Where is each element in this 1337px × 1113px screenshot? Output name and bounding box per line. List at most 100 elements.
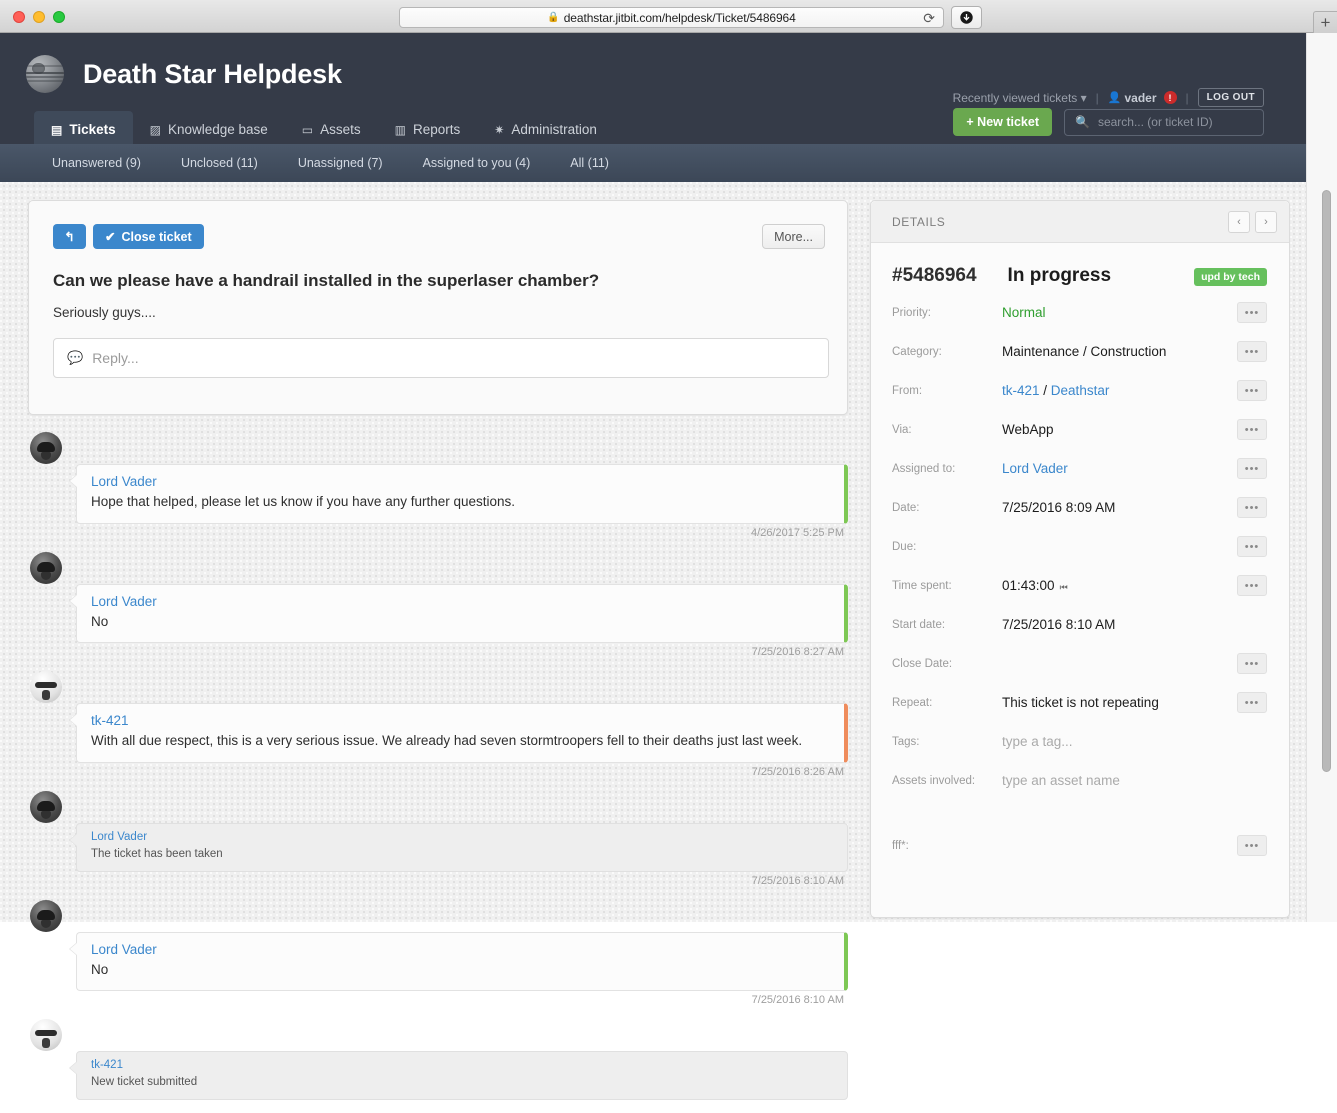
field-label: Repeat: xyxy=(892,696,933,709)
comment-author[interactable]: Lord Vader xyxy=(91,942,830,957)
field-menu-button[interactable]: ••• xyxy=(1237,341,1267,362)
browser-chrome: 🔒 deathstar.jitbit.com/helpdesk/Ticket/5… xyxy=(0,0,1337,33)
field-row-spacer xyxy=(871,800,1289,826)
ticket-action-bar: ↰ ✔ Close ticket xyxy=(53,224,204,249)
field-menu-button[interactable]: ••• xyxy=(1237,653,1267,674)
subnav-item-unanswered[interactable]: Unanswered (9) xyxy=(32,156,161,170)
timer-icon[interactable]: ⏮ xyxy=(1060,582,1068,592)
field-label: fff*: xyxy=(892,839,909,852)
field-row-via: Via: WebApp ••• xyxy=(871,410,1289,449)
comment-author[interactable]: tk-421 xyxy=(91,1059,833,1071)
new-ticket-button[interactable]: + New ticket xyxy=(953,108,1052,136)
recently-viewed-tickets-menu[interactable]: Recently viewed tickets ▾ xyxy=(953,91,1087,105)
vader-avatar[interactable] xyxy=(30,790,62,823)
field-menu-button[interactable]: ••• xyxy=(1237,692,1267,713)
vader-avatar[interactable] xyxy=(30,432,62,464)
comment-author[interactable]: Lord Vader xyxy=(91,594,830,609)
more-button[interactable]: More... xyxy=(762,224,825,249)
alert-badge[interactable]: ! xyxy=(1163,91,1177,104)
maximize-window-button[interactable] xyxy=(53,11,65,23)
field-label: Priority: xyxy=(892,306,931,319)
field-row-tags: Tags: type a tag... ••• xyxy=(871,722,1289,761)
trooper-avatar[interactable] xyxy=(30,671,62,704)
field-menu-button[interactable]: ••• xyxy=(1237,458,1267,479)
comment-timestamp: 7/25/2016 8:10 AM xyxy=(751,874,844,887)
comment-author[interactable]: tk-421 xyxy=(91,713,830,728)
comment-row: Lord Vader No 7/25/2016 8:27 AM xyxy=(28,551,848,658)
field-menu-button[interactable]: ••• xyxy=(1237,835,1267,856)
tags-input-placeholder[interactable]: type a tag... xyxy=(1002,734,1237,749)
comment-bubble: Lord Vader No xyxy=(76,583,848,644)
window-controls xyxy=(13,11,65,23)
from-user-link[interactable]: tk-421 xyxy=(1002,383,1040,398)
field-row-assets-involved: Assets involved: type an asset name ••• xyxy=(871,761,1289,800)
search-input[interactable]: 🔍 search... (or ticket ID) xyxy=(1064,108,1264,136)
close-window-button[interactable] xyxy=(13,11,25,23)
trooper-avatar[interactable] xyxy=(30,1019,62,1052)
field-row-due: Due: ••• xyxy=(871,527,1289,566)
subnav-item-unassigned[interactable]: Unassigned (7) xyxy=(278,156,403,170)
field-row-time-spent: Time spent: 01:43:00 ⏮ ••• xyxy=(871,566,1289,605)
field-label: Date: xyxy=(892,501,920,514)
comment-text: No xyxy=(91,961,109,977)
comment-bubble-system: Lord Vader The ticket has been taken xyxy=(76,822,848,872)
monitor-icon: ▭ xyxy=(301,122,314,137)
reply-arrow-icon[interactable]: ↰ xyxy=(53,224,86,249)
ticket-status[interactable]: In progress xyxy=(1008,265,1111,287)
page-scrollbar[interactable] xyxy=(1322,190,1331,772)
details-panel: DETAILS ‹ › #5486964 In progress upd by … xyxy=(870,200,1290,918)
status-badge: upd by tech xyxy=(1194,268,1267,286)
comment-bubble: Lord Vader Hope that helped, please let … xyxy=(76,464,848,524)
field-menu-button[interactable]: ••• xyxy=(1237,536,1267,557)
comment-row: tk-421 New ticket submitted xyxy=(28,1019,848,1101)
field-value[interactable]: Maintenance / Construction xyxy=(1002,344,1237,359)
field-value[interactable]: Lord Vader xyxy=(1002,461,1237,476)
page-body: ↰ ✔ Close ticket More... Can we please h… xyxy=(0,182,1306,1101)
comment-author[interactable]: Lord Vader xyxy=(91,474,830,489)
comment-row: Lord Vader The ticket has been taken 7/2… xyxy=(28,790,848,887)
next-ticket-button[interactable]: › xyxy=(1255,210,1277,233)
subnav-item-all[interactable]: All (11) xyxy=(550,156,629,170)
close-ticket-button[interactable]: ✔ Close ticket xyxy=(93,224,204,249)
assets-input-placeholder[interactable]: type an asset name xyxy=(1002,773,1237,788)
ticket-icon: ▤ xyxy=(51,122,63,137)
comment-author[interactable]: Lord Vader xyxy=(91,831,833,843)
from-company-link[interactable]: Deathstar xyxy=(1051,383,1110,398)
comment-text: No xyxy=(91,613,109,629)
field-row-assigned-to: Assigned to: Lord Vader ••• xyxy=(871,449,1289,488)
vader-avatar[interactable] xyxy=(30,551,62,584)
reload-icon[interactable]: ⟳ xyxy=(923,10,935,27)
url-text: deathstar.jitbit.com/helpdesk/Ticket/548… xyxy=(563,10,796,25)
comment-text: Hope that helped, please let us know if … xyxy=(91,494,516,509)
minimize-window-button[interactable] xyxy=(33,11,45,23)
address-bar[interactable]: 🔒 deathstar.jitbit.com/helpdesk/Ticket/5… xyxy=(399,7,944,28)
field-menu-button[interactable]: ••• xyxy=(1237,302,1267,323)
field-label: Close Date: xyxy=(892,657,953,670)
ticket-panel: ↰ ✔ Close ticket More... Can we please h… xyxy=(28,200,848,415)
ticket-headline: #5486964 In progress upd by tech xyxy=(871,243,1289,293)
prev-ticket-button[interactable]: ‹ xyxy=(1228,210,1250,233)
field-label: Tags: xyxy=(892,735,920,748)
comment-row: Lord Vader No 7/25/2016 8:10 AM xyxy=(28,899,848,1006)
subnav-item-unclosed[interactable]: Unclosed (11) xyxy=(161,156,278,170)
field-menu-button[interactable]: ••• xyxy=(1237,497,1267,518)
subnav-item-assigned-to-you[interactable]: Assigned to you (4) xyxy=(403,156,551,170)
logout-button[interactable]: LOG OUT xyxy=(1197,88,1264,107)
username-label[interactable]: vader xyxy=(1124,91,1156,105)
search-icon: 🔍 xyxy=(1075,115,1090,129)
field-menu-button[interactable]: ••• xyxy=(1237,380,1267,401)
details-header: DETAILS ‹ › xyxy=(871,201,1289,243)
field-value[interactable]: Normal xyxy=(1002,305,1237,320)
download-icon[interactable] xyxy=(951,6,982,29)
field-menu-button[interactable]: ••• xyxy=(1237,575,1267,596)
reply-input[interactable]: 💬 Reply... xyxy=(53,338,829,378)
field-value: tk-421 / Deathstar xyxy=(1002,383,1237,398)
close-ticket-label: Close ticket xyxy=(121,229,192,244)
new-tab-button[interactable]: + xyxy=(1313,11,1337,33)
field-menu-button[interactable]: ••• xyxy=(1237,419,1267,440)
field-row-close-date: Close Date: ••• xyxy=(871,644,1289,683)
field-value: 01:43:00 xyxy=(1002,578,1055,593)
comment-timestamp: 4/26/2017 5:25 PM xyxy=(751,526,844,539)
gear-icon: ✷ xyxy=(494,122,505,137)
vader-avatar[interactable] xyxy=(30,899,62,932)
